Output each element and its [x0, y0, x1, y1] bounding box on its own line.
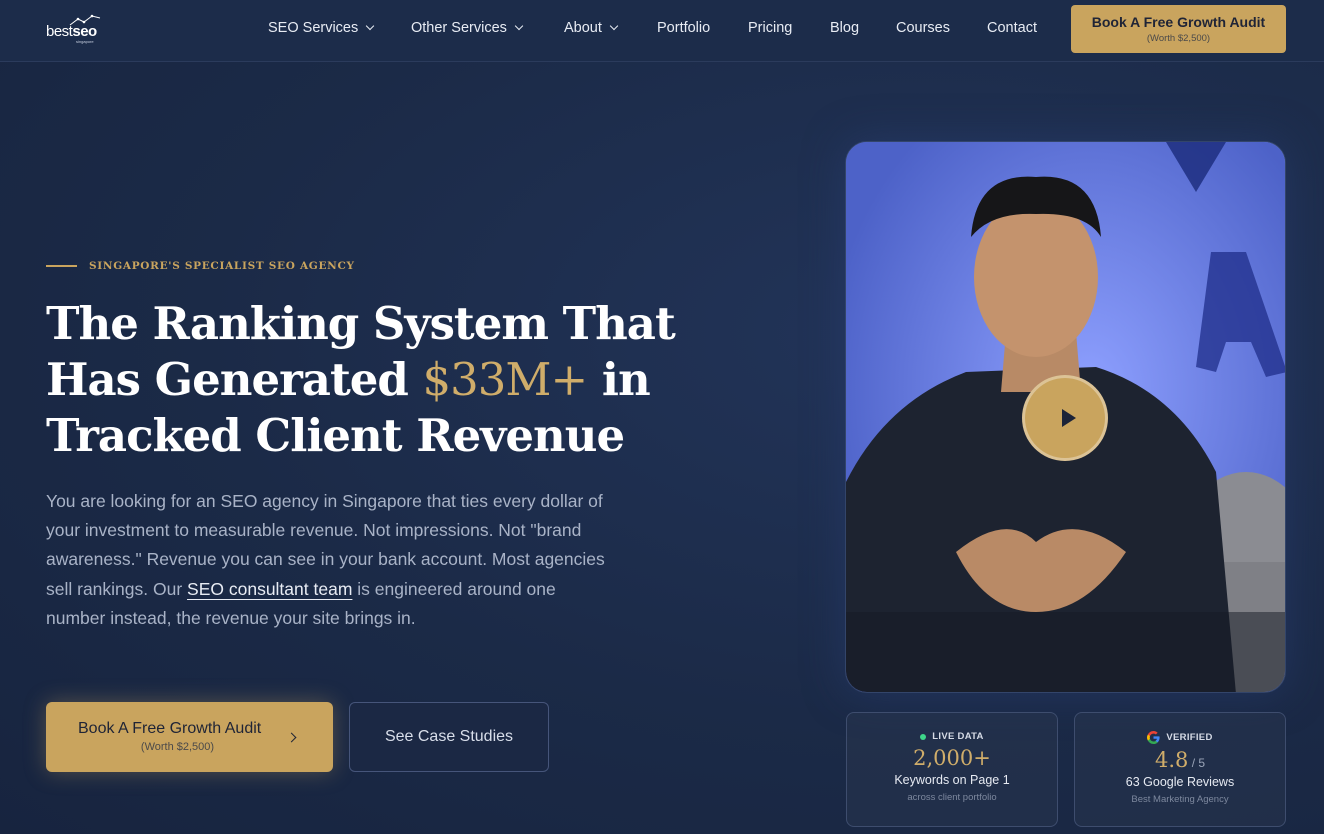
nav-pricing[interactable]: Pricing	[748, 20, 792, 36]
nav-contact[interactable]: Contact	[987, 20, 1037, 36]
nav-seo-services[interactable]: SEO Services	[268, 20, 375, 36]
logo[interactable]: bestseo singapore	[46, 14, 106, 46]
case-studies-button[interactable]: See Case Studies	[349, 702, 549, 772]
chevron-down-icon	[609, 21, 619, 31]
eyebrow-text: SINGAPORE'S SPECIALIST SEO AGENCY	[89, 260, 355, 272]
stat-sub: across client portfolio	[907, 792, 997, 803]
stat-value-suffix: / 5	[1188, 756, 1206, 770]
nav-about[interactable]: About	[564, 20, 619, 36]
site-header: bestseo singapore SEO Services Other Ser…	[0, 0, 1324, 62]
play-icon	[1062, 409, 1076, 427]
hero-body-copy: You are looking for an SEO agency in Sin…	[46, 491, 605, 628]
stat-value: 2,000+	[913, 746, 991, 770]
eyebrow-line	[46, 265, 77, 267]
headline-highlight: $33M+	[422, 353, 589, 406]
seo-consultant-link[interactable]: SEO consultant team	[187, 579, 352, 599]
hero-eyebrow: SINGAPORE'S SPECIALIST SEO AGENCY	[46, 260, 355, 272]
hero-audit-label: Book A Free Growth Audit	[78, 720, 262, 737]
header-audit-label: Book A Free Growth Audit	[1091, 14, 1266, 30]
hero-audit-button[interactable]: Book A Free Growth Audit (Worth $2,500)	[46, 702, 333, 772]
header-audit-sublabel: (Worth $2,500)	[1146, 33, 1211, 44]
chevron-down-icon	[366, 21, 375, 31]
hero-headline: The Ranking System That Has Generated $3…	[46, 297, 676, 462]
stat-tag: LIVE DATA	[847, 731, 1057, 742]
stat-sub: Best Marketing Agency	[1131, 794, 1229, 805]
nav-blog[interactable]: Blog	[830, 20, 859, 36]
nav-portfolio[interactable]: Portfolio	[657, 20, 710, 36]
stat-label: Keywords on Page 1	[894, 773, 1010, 787]
hero-audit-sublabel: (Worth $2,500)	[140, 741, 215, 753]
nav-other-services[interactable]: Other Services	[411, 20, 524, 36]
stat-card-keywords: LIVE DATA 2,000+ Keywords on Page 1 acro…	[846, 712, 1058, 827]
nav-courses[interactable]: Courses	[896, 20, 950, 36]
stat-card-reviews: VERIFIED 4.8 / 5 63 Google Reviews Best …	[1074, 712, 1286, 827]
chevron-down-icon	[514, 21, 524, 31]
logo-subtext: singapore	[76, 39, 94, 44]
google-icon	[1147, 731, 1160, 744]
live-dot-icon	[920, 733, 927, 740]
stat-value: 4.8 / 5	[1154, 748, 1206, 772]
stat-label: 63 Google Reviews	[1125, 775, 1235, 789]
logo-text: bestseo	[46, 23, 97, 40]
header-audit-button[interactable]: Book A Free Growth Audit (Worth $2,500)	[1071, 5, 1286, 53]
play-button[interactable]	[1022, 375, 1108, 461]
stat-tag: VERIFIED	[1075, 731, 1285, 744]
